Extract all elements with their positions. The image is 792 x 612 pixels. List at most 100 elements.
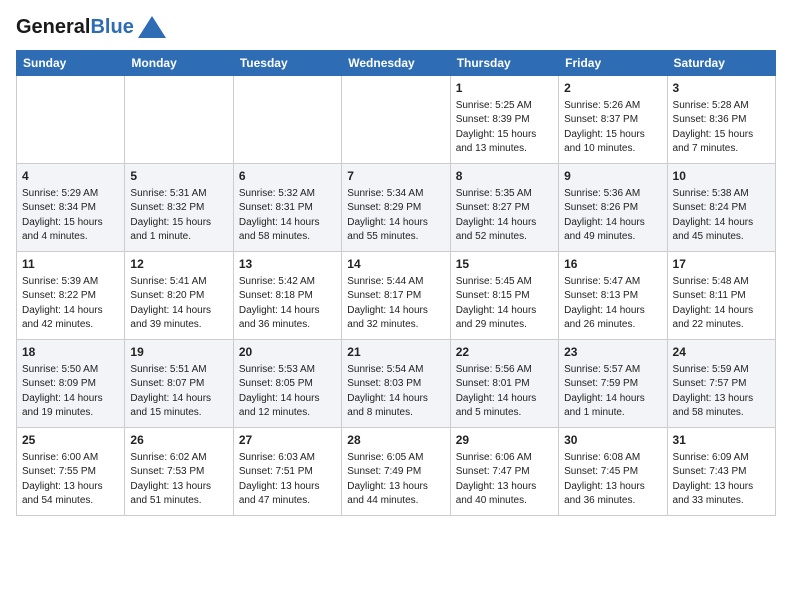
logo-text: GeneralBlue [16, 17, 134, 37]
day-number: 17 [673, 256, 770, 273]
calendar-cell: 1 Sunrise: 5:25 AM Sunset: 8:39 PM Daylig… [450, 76, 558, 164]
day-number: 26 [130, 432, 227, 449]
day-number: 30 [564, 432, 661, 449]
day-number: 5 [130, 168, 227, 185]
day-info: Sunrise: 5:35 AM Sunset: 8:27 PM Dayligh… [456, 187, 553, 245]
day-number: 27 [239, 432, 336, 449]
day-info: Sunrise: 5:53 AM Sunset: 8:05 PM Dayligh… [239, 363, 336, 421]
day-info: Sunrise: 6:09 AM Sunset: 7:43 PM Dayligh… [673, 451, 770, 509]
day-info: Sunrise: 5:25 AM Sunset: 8:39 PM Dayligh… [456, 99, 553, 157]
calendar-cell: 22 Sunrise: 5:56 AM Sunset: 8:01 PM Dayli… [450, 340, 558, 428]
calendar-cell: 19Sunrise: 5:51 AM Sunset: 8:07 PM Dayli… [125, 340, 233, 428]
day-number: 25 [22, 432, 119, 449]
day-number: 23 [564, 344, 661, 361]
day-info: Sunrise: 5:39 AM Sunset: 8:22 PM Dayligh… [22, 275, 119, 333]
calendar-cell: 28 Sunrise: 6:05 AM Sunset: 7:49 PM Dayli… [342, 428, 450, 516]
day-number: 18 [22, 344, 119, 361]
calendar-cell: 10 Sunrise: 5:38 AM Sunset: 8:24 PM Dayli… [667, 164, 775, 252]
day-header-tuesday: Tuesday [233, 51, 341, 76]
calendar-cell: 16Sunrise: 5:47 AM Sunset: 8:13 PM Dayli… [559, 252, 667, 340]
calendar-cell: 14 Sunrise: 5:44 AM Sunset: 8:17 PM Dayli… [342, 252, 450, 340]
calendar-cell: 21 Sunrise: 5:54 AM Sunset: 8:03 PM Dayli… [342, 340, 450, 428]
day-info: Sunrise: 6:02 AM Sunset: 7:53 PM Dayligh… [130, 451, 227, 509]
day-info: Sunrise: 5:31 AM Sunset: 8:32 PM Dayligh… [130, 187, 227, 245]
calendar-week-row: 11 Sunrise: 5:39 AM Sunset: 8:22 PM Dayli… [17, 252, 776, 340]
day-info: Sunrise: 6:05 AM Sunset: 7:49 PM Dayligh… [347, 451, 444, 509]
day-info: Sunrise: 6:03 AM Sunset: 7:51 PM Dayligh… [239, 451, 336, 509]
calendar-cell: 29 Sunrise: 6:06 AM Sunset: 7:47 PM Dayli… [450, 428, 558, 516]
calendar-cell: 9 Sunrise: 5:36 AM Sunset: 8:26 PM Daylig… [559, 164, 667, 252]
day-info: Sunrise: 5:42 AM Sunset: 8:18 PM Dayligh… [239, 275, 336, 333]
calendar-cell [342, 76, 450, 164]
day-number: 6 [239, 168, 336, 185]
day-number: 31 [673, 432, 770, 449]
calendar-header-row: SundayMondayTuesdayWednesdayThursdayFrid… [17, 51, 776, 76]
day-number: 20 [239, 344, 336, 361]
day-info: Sunrise: 5:28 AM Sunset: 8:36 PM Dayligh… [673, 99, 770, 157]
calendar-cell: 6 Sunrise: 5:32 AM Sunset: 8:31 PM Daylig… [233, 164, 341, 252]
day-number: 1 [456, 80, 553, 97]
calendar-cell: 4 Sunrise: 5:29 AM Sunset: 8:34 PM Daylig… [17, 164, 125, 252]
calendar-week-row: 4 Sunrise: 5:29 AM Sunset: 8:34 PM Daylig… [17, 164, 776, 252]
day-number: 3 [673, 80, 770, 97]
day-info: Sunrise: 5:57 AM Sunset: 7:59 PM Dayligh… [564, 363, 661, 421]
day-info: Sunrise: 5:50 AM Sunset: 8:09 PM Dayligh… [22, 363, 119, 421]
day-info: Sunrise: 5:56 AM Sunset: 8:01 PM Dayligh… [456, 363, 553, 421]
day-number: 21 [347, 344, 444, 361]
calendar-cell: 17 Sunrise: 5:48 AM Sunset: 8:11 PM Dayli… [667, 252, 775, 340]
calendar-cell: 18 Sunrise: 5:50 AM Sunset: 8:09 PM Dayli… [17, 340, 125, 428]
calendar-cell: 15Sunrise: 5:45 AM Sunset: 8:15 PM Dayli… [450, 252, 558, 340]
calendar-cell: 5 Sunrise: 5:31 AM Sunset: 8:32 PM Daylig… [125, 164, 233, 252]
day-info: Sunrise: 5:44 AM Sunset: 8:17 PM Dayligh… [347, 275, 444, 333]
day-number: 13 [239, 256, 336, 273]
day-info: Sunrise: 5:59 AM Sunset: 7:57 PM Dayligh… [673, 363, 770, 421]
day-number: 28 [347, 432, 444, 449]
day-info: Sunrise: 5:34 AM Sunset: 8:29 PM Dayligh… [347, 187, 444, 245]
day-number: 2 [564, 80, 661, 97]
day-info: Sunrise: 6:00 AM Sunset: 7:55 PM Dayligh… [22, 451, 119, 509]
calendar-cell: 13 Sunrise: 5:42 AM Sunset: 8:18 PM Dayli… [233, 252, 341, 340]
day-info: Sunrise: 5:26 AM Sunset: 8:37 PM Dayligh… [564, 99, 661, 157]
day-number: 24 [673, 344, 770, 361]
day-number: 4 [22, 168, 119, 185]
day-header-thursday: Thursday [450, 51, 558, 76]
day-info: Sunrise: 5:38 AM Sunset: 8:24 PM Dayligh… [673, 187, 770, 245]
calendar-cell: 30Sunrise: 6:08 AM Sunset: 7:45 PM Dayli… [559, 428, 667, 516]
calendar-cell: 20 Sunrise: 5:53 AM Sunset: 8:05 PM Dayli… [233, 340, 341, 428]
calendar-cell: 7 Sunrise: 5:34 AM Sunset: 8:29 PM Daylig… [342, 164, 450, 252]
day-info: Sunrise: 6:06 AM Sunset: 7:47 PM Dayligh… [456, 451, 553, 509]
day-info: Sunrise: 5:29 AM Sunset: 8:34 PM Dayligh… [22, 187, 119, 245]
calendar-cell [233, 76, 341, 164]
day-info: Sunrise: 5:45 AM Sunset: 8:15 PM Dayligh… [456, 275, 553, 333]
calendar-week-row: 1 Sunrise: 5:25 AM Sunset: 8:39 PM Daylig… [17, 76, 776, 164]
day-number: 9 [564, 168, 661, 185]
calendar-cell: 23 Sunrise: 5:57 AM Sunset: 7:59 PM Dayli… [559, 340, 667, 428]
calendar-cell [17, 76, 125, 164]
day-number: 11 [22, 256, 119, 273]
calendar-cell: 11 Sunrise: 5:39 AM Sunset: 8:22 PM Dayli… [17, 252, 125, 340]
day-number: 22 [456, 344, 553, 361]
calendar-cell: 2 Sunrise: 5:26 AM Sunset: 8:37 PM Daylig… [559, 76, 667, 164]
logo: GeneralBlue [16, 16, 166, 38]
calendar-cell: 25 Sunrise: 6:00 AM Sunset: 7:55 PM Dayli… [17, 428, 125, 516]
day-header-wednesday: Wednesday [342, 51, 450, 76]
day-number: 10 [673, 168, 770, 185]
day-number: 12 [130, 256, 227, 273]
day-info: Sunrise: 5:47 AM Sunset: 8:13 PM Dayligh… [564, 275, 661, 333]
day-info: Sunrise: 5:41 AM Sunset: 8:20 PM Dayligh… [130, 275, 227, 333]
day-number: 29 [456, 432, 553, 449]
calendar-cell [125, 76, 233, 164]
day-info: Sunrise: 5:36 AM Sunset: 8:26 PM Dayligh… [564, 187, 661, 245]
day-number: 7 [347, 168, 444, 185]
day-number: 8 [456, 168, 553, 185]
day-info: Sunrise: 5:32 AM Sunset: 8:31 PM Dayligh… [239, 187, 336, 245]
calendar-cell: 8 Sunrise: 5:35 AM Sunset: 8:27 PM Daylig… [450, 164, 558, 252]
day-header-monday: Monday [125, 51, 233, 76]
day-info: Sunrise: 5:48 AM Sunset: 8:11 PM Dayligh… [673, 275, 770, 333]
day-number: 14 [347, 256, 444, 273]
day-header-saturday: Saturday [667, 51, 775, 76]
day-info: Sunrise: 5:51 AM Sunset: 8:07 PM Dayligh… [130, 363, 227, 421]
calendar-cell: 3 Sunrise: 5:28 AM Sunset: 8:36 PM Daylig… [667, 76, 775, 164]
day-info: Sunrise: 5:54 AM Sunset: 8:03 PM Dayligh… [347, 363, 444, 421]
calendar-week-row: 25 Sunrise: 6:00 AM Sunset: 7:55 PM Dayli… [17, 428, 776, 516]
